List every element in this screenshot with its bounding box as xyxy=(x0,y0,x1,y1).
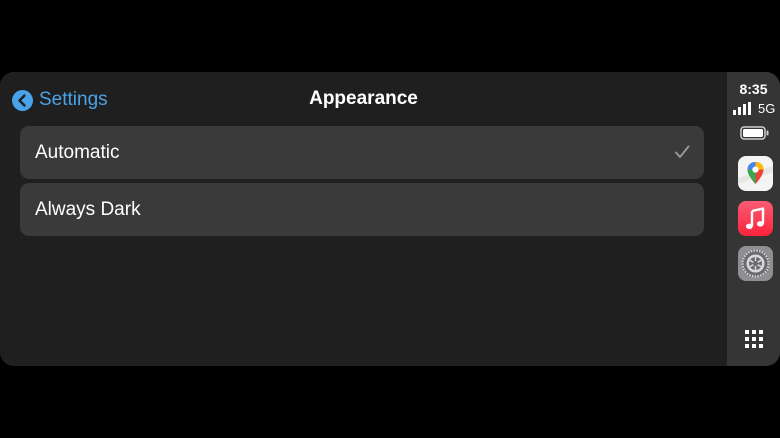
page-title: Appearance xyxy=(309,88,418,109)
battery-icon xyxy=(740,126,770,145)
status-time: 8:35 xyxy=(739,81,768,97)
main-panel: Settings Appearance Automatic Always Dar… xyxy=(0,72,727,366)
checkmark-icon xyxy=(674,144,690,165)
network-type: 5G xyxy=(758,101,776,116)
music-icon[interactable] xyxy=(738,201,773,236)
carplay-screen: Settings Appearance Automatic Always Dar… xyxy=(0,72,780,366)
option-always-dark[interactable]: Always Dark xyxy=(20,183,704,236)
option-label: Automatic xyxy=(35,141,120,163)
settings-icon[interactable] xyxy=(738,246,773,281)
app-grid-icon[interactable] xyxy=(745,330,763,353)
signal-strength-icon xyxy=(733,102,755,120)
dashboard-sidebar: 8:35 5G xyxy=(727,72,780,366)
option-label: Always Dark xyxy=(35,198,141,220)
option-automatic[interactable]: Automatic xyxy=(20,126,704,179)
navigation-bar: Settings Appearance xyxy=(0,72,727,126)
maps-icon[interactable] xyxy=(738,156,773,191)
